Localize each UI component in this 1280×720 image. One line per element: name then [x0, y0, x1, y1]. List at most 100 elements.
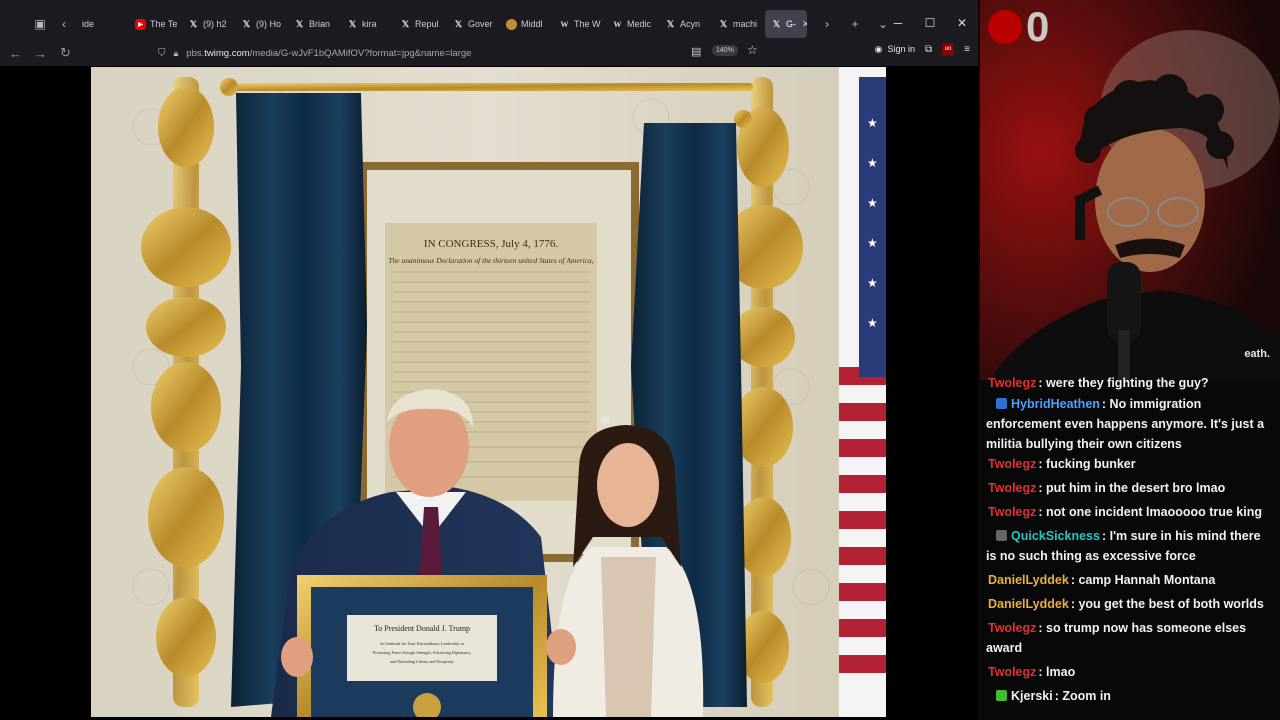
extensions-icon[interactable]: ⧉ [925, 44, 932, 55]
tab-active[interactable]: 𝕏 G- ✕ [765, 10, 807, 38]
chat-text: not one incident lmaooooo true king [1046, 505, 1262, 519]
chat-message: QuickSickness: I'm sure in his mind ther… [986, 529, 1261, 563]
plaque-text-1: In Gratitude for Your Extraordinary Lead… [380, 641, 465, 646]
tab-label: machi [733, 19, 758, 29]
youtube-icon: ▶ [135, 18, 146, 30]
ublock-extension-icon[interactable]: uo [942, 43, 955, 55]
x-icon: 𝕏 [242, 18, 251, 29]
user-badge-icon [996, 398, 1007, 409]
tabs-scroll-left-icon[interactable]: ‹ [52, 12, 76, 36]
site-icon [506, 18, 517, 30]
chat-text: were they fighting the guy? [1046, 376, 1209, 390]
tab-label: Repul [415, 19, 439, 29]
reader-view-icon[interactable]: ▤ [691, 45, 701, 58]
chat-username[interactable]: Twolegz [988, 481, 1036, 495]
url-text[interactable]: pbs.twimg.com/media/G-wJvF1bQAMifOV?form… [186, 48, 471, 59]
tab-label: Acyn [680, 19, 701, 29]
chat-username[interactable]: Twolegz [988, 505, 1036, 519]
svg-text:★: ★ [867, 276, 878, 290]
tab[interactable]: 𝕏 (9) Ho [235, 10, 288, 38]
tab-label: Brian [309, 19, 331, 29]
chat-text: camp Hannah Montana [1078, 573, 1216, 587]
navigation-bar: ← → ↻ ⛉ 🔒︎ pbs.twimg.com/media/G-wJvF1bQ… [0, 40, 978, 66]
tab[interactable]: W Medic [606, 10, 659, 38]
x-icon: 𝕏 [719, 18, 728, 29]
tab[interactable]: Middl [500, 10, 553, 38]
chat-username[interactable]: Twolegz [988, 621, 1036, 635]
tab[interactable]: ▶ The Te [129, 10, 182, 38]
minimize-icon[interactable]: ─ [882, 8, 914, 38]
chat-message: DanielLyddek: you get the best of both w… [988, 597, 1264, 611]
chat-message: HybridHeathen: No immigration enforcemen… [986, 397, 1265, 451]
sign-in-button[interactable]: ◉ Sign in [875, 44, 915, 55]
sign-in-label: Sign in [887, 44, 916, 54]
chat-text: Zoom in [1062, 689, 1111, 703]
tab[interactable]: 𝕏machi [712, 10, 765, 38]
oval-office-photo[interactable]: IN CONGRESS, July 4, 1776. The unanimous… [91, 67, 886, 717]
maximize-icon[interactable]: ☐ [914, 8, 946, 38]
window-controls: ─ ☐ ✕ [882, 8, 978, 38]
photo-illustration: IN CONGRESS, July 4, 1776. The unanimous… [91, 67, 886, 717]
x-icon: 𝕏 [348, 18, 357, 29]
document-heading: IN CONGRESS, July 4, 1776. [424, 238, 558, 250]
tab-label: ide [82, 19, 95, 29]
back-icon[interactable]: ← [3, 42, 28, 64]
tab[interactable]: ide [76, 10, 129, 38]
chat-text: you get the best of both worlds [1078, 597, 1264, 611]
tab[interactable]: 𝕏kira [341, 10, 394, 38]
tab[interactable]: 𝕏 Gover [447, 10, 500, 38]
reload-icon[interactable]: ↻ [53, 42, 78, 64]
chat-username[interactable]: QuickSickness [1011, 529, 1100, 543]
x-icon: 𝕏 [772, 18, 781, 29]
tab-label: The W [574, 19, 601, 29]
x-icon: 𝕏 [189, 18, 198, 29]
menu-icon[interactable]: ≡ [964, 44, 970, 55]
webcam-illustration [980, 0, 1280, 380]
tab[interactable]: 𝕏 Brian [288, 10, 341, 38]
chat-message: Twolegz: not one incident lmaooooo true … [988, 505, 1262, 519]
svg-text:★: ★ [867, 196, 878, 210]
user-badge-icon [996, 530, 1007, 541]
browser-window: ▣ ‹ ide ▶ The Te 𝕏 (9) h2 𝕏 (9) Ho 𝕏 Brian 𝕏kira 𝕏… [0, 0, 978, 720]
tabs-scroll-right-icon[interactable]: › [815, 12, 839, 36]
close-window-icon[interactable]: ✕ [946, 8, 978, 38]
tracking-shield-icon[interactable]: ⛉ [158, 48, 166, 59]
chat-username[interactable]: DanielLyddek [988, 573, 1069, 587]
tab[interactable]: W The W [553, 10, 606, 38]
x-icon: 𝕏 [666, 18, 675, 29]
tab-label: kira [362, 19, 377, 29]
tab-overview-icon[interactable]: ▣ [28, 12, 52, 36]
tab[interactable]: 𝕏 (9) h2 [182, 10, 235, 38]
x-icon: 𝕏 [295, 18, 304, 29]
chat-username[interactable]: Twolegz [988, 665, 1036, 679]
x-icon: 𝕏 [454, 18, 463, 29]
chat-username[interactable]: Kjerski [1011, 689, 1053, 703]
chat-message: Kjerski: Zoom in [986, 686, 1274, 706]
record-dot-icon [988, 10, 1022, 44]
chat-text: put him in the desert bro lmao [1046, 481, 1226, 495]
chat-username[interactable]: Twolegz [988, 457, 1036, 471]
document-subheading: The unanimous Declaration of the thirtee… [388, 256, 593, 265]
chat-username[interactable]: Twolegz [988, 376, 1036, 390]
chat-message: Twolegz: lmao [988, 665, 1076, 679]
svg-text:★: ★ [867, 236, 878, 250]
tab-label: Medic [627, 19, 652, 29]
zoom-level-badge[interactable]: 140% [712, 45, 738, 56]
chat-username[interactable]: HybridHeathen [1011, 397, 1100, 411]
bookmark-star-icon[interactable]: ☆ [747, 43, 758, 57]
chat-username[interactable]: DanielLyddek [988, 597, 1069, 611]
x-icon: 𝕏 [401, 18, 410, 29]
account-icon: ◉ [874, 43, 883, 54]
close-tab-icon[interactable]: ✕ [802, 19, 807, 30]
url-bar[interactable]: ⛉ 🔒︎ pbs.twimg.com/media/G-wJvF1bQAMifOV… [150, 42, 770, 64]
chat-panel: Twolegz: were they fighting the guy? Hybr… [980, 376, 1280, 720]
lock-icon[interactable]: 🔒︎ [174, 48, 179, 59]
forward-icon[interactable]: → [28, 42, 53, 64]
tab-label: Gover [468, 19, 493, 29]
wikipedia-icon: W [560, 19, 569, 29]
zoom-cursor-icon: ⊕ [600, 413, 611, 427]
tab[interactable]: 𝕏 Repul [394, 10, 447, 38]
tab[interactable]: 𝕏 Acyn [659, 10, 712, 38]
new-tab-icon[interactable]: + [843, 12, 867, 36]
tab-label: The Te [150, 19, 178, 29]
